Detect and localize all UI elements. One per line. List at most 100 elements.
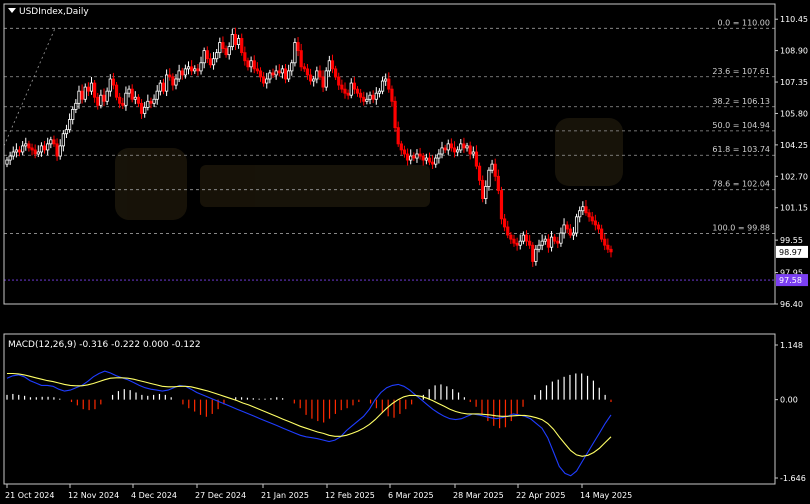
candle-body [484,186,488,199]
candle-body [362,96,366,102]
candle-body [218,42,222,54]
candle-body [277,70,281,74]
candle-body [340,84,344,90]
candle-body [114,84,119,98]
candle-body [521,234,525,242]
candle-body [293,42,297,64]
candle-body [493,163,497,177]
watermark-tile [555,118,623,186]
candle-body [468,145,472,155]
candle-body [327,60,331,72]
candle-body [42,145,47,151]
candle-body [146,100,150,108]
candle-body [139,102,144,114]
candle-body [11,151,15,157]
candle-body [236,38,241,45]
candle-body [380,80,385,92]
candle-body [193,68,197,72]
watermark-tile [115,148,187,220]
candle-body [315,70,319,80]
candle-body [262,76,266,84]
candle-body [230,34,234,47]
candle-body [80,90,84,100]
candle-body [268,72,272,80]
candle-body [136,96,141,104]
x-tick-label: 21 Oct 2024 [5,491,54,500]
candle-body [283,68,288,80]
candle-body [465,145,469,149]
candle-body [509,234,513,240]
candle-body [199,62,203,72]
x-tick-label: 22 Apr 2025 [516,491,565,500]
y-tick-label: 96.40 [780,300,803,309]
candle-body [252,60,256,70]
x-tick-label: 21 Jan 2025 [261,491,309,500]
candle-body [499,190,504,220]
fib-label: 0.0 = 110.00 [717,18,770,27]
candle-body [255,68,259,72]
candle-body [215,52,219,60]
candle-body [581,206,585,212]
x-tick-label: 28 Mar 2025 [453,491,504,500]
candle-body [346,92,350,96]
candle-body [5,159,9,165]
candle-body [52,139,56,145]
candle-body [459,143,463,151]
candle-body [8,155,12,161]
candle-body [337,76,341,86]
candle-body [377,90,382,94]
candle-body [149,100,153,104]
candle-body [186,66,191,70]
macd-tick-label: 0.00 [780,396,798,405]
symbol-header[interactable]: USDIndex,Daily [8,7,89,17]
candle-body [449,143,453,149]
candle-body [130,88,134,100]
candle-body [456,149,460,153]
candle-body [168,74,172,78]
fib-label: 78.6 = 102.04 [712,180,770,189]
candle-body [299,50,303,68]
candle-body [596,224,601,230]
x-tick-label: 14 May 2025 [580,491,632,500]
candle-body [102,94,106,102]
y-tick-label: 101.15 [780,204,808,213]
candle-body [502,218,507,228]
candle-body [343,88,347,94]
candle-body [196,68,200,72]
candle-body [290,62,294,72]
candle-body [127,88,131,94]
candle-body [77,90,81,104]
candle-body [496,175,500,191]
y-tick-label: 102.70 [780,172,808,181]
candle-body [374,92,378,100]
candle-body [531,244,535,262]
candle-body [17,149,22,153]
candle-body [308,74,313,82]
candle-body [180,70,184,76]
candle-body [171,76,175,86]
candle-body [549,236,554,248]
candle-body [390,88,394,102]
candle-body [27,143,31,149]
y-tick-label: 110.45 [780,15,808,24]
candle-body [537,244,541,250]
candle-body [161,82,166,92]
candle-body [352,82,356,90]
candle-body [233,34,238,45]
candle-body [434,157,438,165]
candle-body [93,82,97,98]
macd-tick-label: -1.646 [780,474,806,483]
y-tick-label: 108.90 [780,47,808,56]
candle-body [474,151,479,167]
candle-body [609,248,613,253]
candle-body [405,153,410,161]
candle-body [258,70,263,78]
candle-body [221,42,225,49]
candle-body [359,92,363,98]
y-tick-label: 99.55 [780,236,803,245]
candle-body [528,240,532,246]
fib-label: 50.0 = 104.94 [712,121,770,130]
candle-body [152,98,156,104]
candle-body [39,145,44,153]
candle-body [524,234,529,242]
